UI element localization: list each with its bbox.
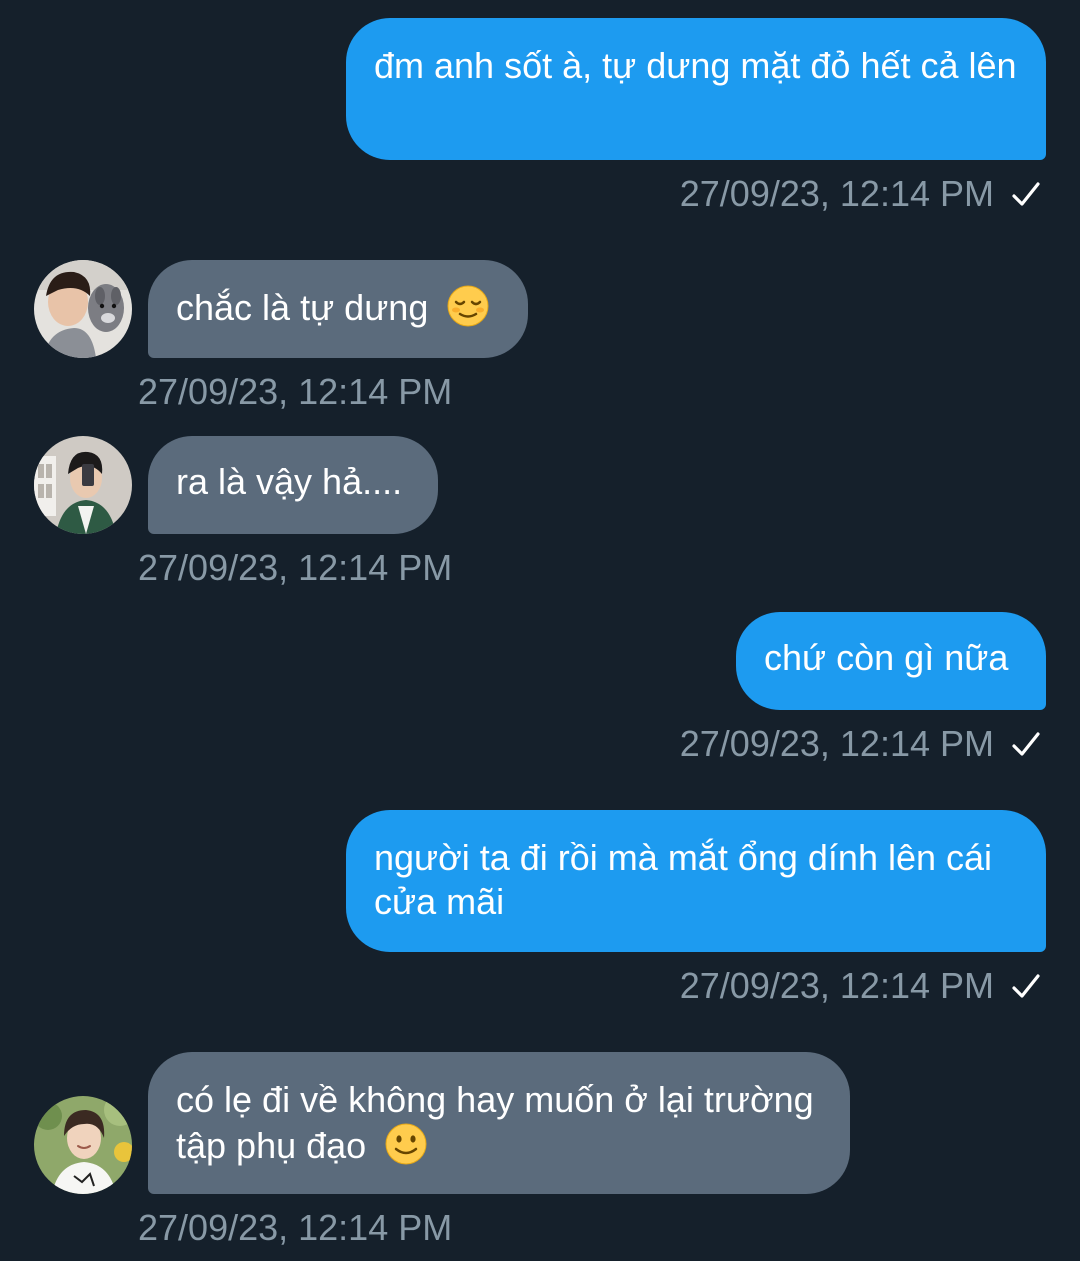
avatar[interactable] [34,260,132,358]
message-bubble-received[interactable]: có lẹ đi về không hay muốn ở lại trường … [148,1052,850,1194]
avatar-photo [34,436,132,534]
message-bubble-received[interactable]: ra là vậy hả.... [148,436,438,534]
message-timestamp: 27/09/23, 12:14 PM [679,173,994,214]
message-bubble-sent[interactable]: người ta đi rồi mà mắt ổng dính lên cái … [346,810,1046,952]
relieved-face-emoji-icon [447,285,489,327]
message-text: chắc là tự dưng [176,287,429,328]
avatar[interactable] [34,1096,132,1194]
slightly-smiling-face-emoji-icon [385,1123,427,1165]
message-text: ra là vậy hả.... [176,461,403,502]
message-bubble-sent[interactable]: đm anh sốt à, tự dưng mặt đỏ hết cả lên [346,18,1046,160]
read-check-icon [1012,732,1040,756]
message-text: có lẹ đi về không hay muốn ở lại trường … [176,1079,814,1166]
message-timestamp: 27/09/23, 12:14 PM [679,723,994,764]
message-timestamp: 27/09/23, 12:14 PM [679,965,994,1006]
message-bubble-received[interactable]: chắc là tự dưng [148,260,528,358]
avatar-photo [34,260,132,358]
message-text: chứ còn gì nữa [764,637,1009,678]
avatar-photo [34,1096,132,1194]
dm-thread: đm anh sốt à, tự dưng mặt đỏ hết cả lên … [0,0,1080,1261]
message-timestamp: 27/09/23, 12:14 PM [138,547,453,588]
message-timestamp: 27/09/23, 12:14 PM [138,371,453,412]
message-text: đm anh sốt à, tự dưng mặt đỏ hết cả lên [374,45,1017,86]
message-timestamp: 27/09/23, 12:14 PM [138,1207,453,1248]
message-text: người ta đi rồi mà mắt ổng dính lên cái … [374,837,993,922]
message-bubble-sent[interactable]: chứ còn gì nữa [736,612,1046,710]
read-check-icon [1012,182,1040,206]
avatar[interactable] [34,436,132,534]
read-check-icon [1012,974,1040,998]
